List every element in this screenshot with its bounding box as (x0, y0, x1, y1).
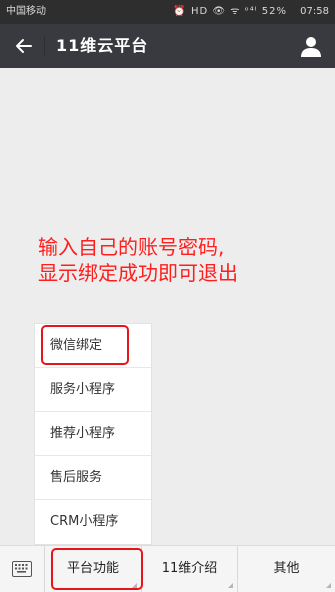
page-title: 11维云平台 (56, 36, 149, 55)
annotation-text: 输入自己的账号密码, 显示绑定成功即可退出 (38, 234, 328, 286)
submenu-indicator-icon (326, 583, 331, 588)
carrier-label: 中国移动 (6, 6, 46, 17)
tab-11wei-intro-label: 11维介绍 (161, 561, 218, 576)
highlight-box-platform-functions (51, 548, 143, 590)
tab-others-label: 其他 (273, 561, 300, 576)
annotation-line-1: 输入自己的账号密码, (38, 235, 225, 259)
title-divider (44, 36, 45, 56)
highlight-box-wechat-binding (41, 325, 129, 365)
submenu-indicator-icon (228, 583, 233, 588)
user-icon[interactable] (299, 34, 323, 58)
back-arrow-icon[interactable] (8, 30, 40, 62)
tab-11wei-intro[interactable]: 11维介绍 (142, 546, 238, 592)
menu-item-service-miniprogram[interactable]: 服务小程序 (35, 368, 151, 412)
menu-item-recommend-miniprogram[interactable]: 推荐小程序 (35, 412, 151, 456)
keyboard-icon (12, 561, 32, 577)
menu-item-crm-miniprogram[interactable]: CRM小程序 (35, 500, 151, 544)
status-bar: 中国移动 ⏰ HD 👁 ᯤ ᵒ⁴ᴵ 52% 07:58 (0, 0, 335, 24)
menu-item-after-sales[interactable]: 售后服务 (35, 456, 151, 500)
tab-others[interactable]: 其他 (238, 546, 335, 592)
title-bar: 11维云平台 (0, 24, 335, 68)
status-icons: ⏰ HD 👁 ᯤ ᵒ⁴ᴵ 52% (173, 6, 287, 17)
annotation-line-2: 显示绑定成功即可退出 (38, 261, 238, 285)
keyboard-toggle-button[interactable] (0, 546, 45, 592)
status-time: 07:58 (300, 6, 329, 17)
